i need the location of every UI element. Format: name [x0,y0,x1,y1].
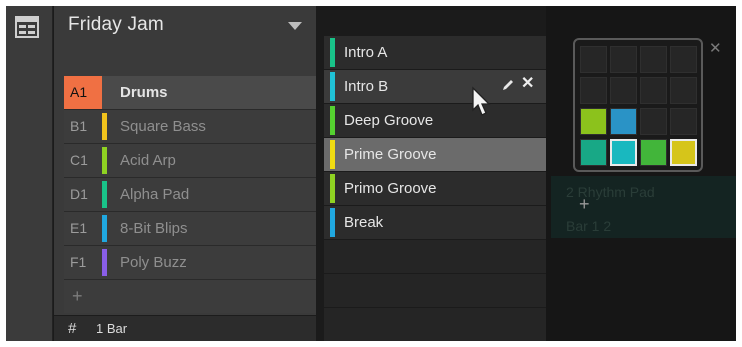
group-name: 8-Bit Blips [120,220,188,237]
pad-cell[interactable] [580,139,607,166]
pad-cell[interactable] [580,77,607,104]
scene-name: Intro B [344,78,389,95]
group-color-bar [102,215,107,242]
scene-color-bar [330,140,335,169]
pad-cell[interactable] [610,139,637,166]
scene-name: Break [344,214,384,231]
empty-scene-slot[interactable] [324,274,546,307]
layout-icon[interactable] [15,16,39,38]
pad-cell[interactable] [640,108,667,135]
scene-name: Primo Groove [344,180,437,197]
pad-cell[interactable] [610,77,637,104]
group-list: A1 Drums B1 Square Bass C1 Acid Arp D1 Alpha Pa… [64,76,316,313]
group-name: Square Bass [120,118,206,135]
group-name: Acid Arp [120,152,176,169]
add-group-button[interactable]: + [64,280,316,313]
group-item[interactable]: D1 Alpha Pad [64,178,316,212]
scene-list: Intro A Intro B ✕ Deep Groove Prime Groove Pr… [324,36,546,341]
pad-cell[interactable] [640,46,667,73]
group-color-bar [102,181,107,208]
arranger-app: Friday Jam A1 Drums B1 Square Bass C1 Acid Ar… [6,6,736,341]
group-name: Drums [120,84,168,101]
scene-name: Intro A [344,44,388,61]
empty-scene-slot[interactable] [324,240,546,273]
close-icon[interactable]: ✕ [521,76,534,92]
group-name: Alpha Pad [120,186,190,203]
window-frame: Friday Jam A1 Drums B1 Square Bass C1 Acid Ar… [0,0,742,347]
scene-color-bar [330,106,335,135]
mouse-pointer-icon [472,86,491,116]
group-color-bar [102,113,107,140]
group-slot-label: E1 [70,220,88,236]
scene-color-bar [330,174,335,203]
group-color-bar [102,249,107,276]
scene-item[interactable]: Intro B ✕ [324,70,546,103]
pad-cell[interactable] [640,77,667,104]
group-color-bar [102,147,107,174]
group-item[interactable]: E1 8-Bit Blips [64,212,316,246]
group-slot-label: A1 [64,76,102,109]
pad-cell[interactable] [580,108,607,135]
scene-item[interactable]: Deep Groove [324,104,546,137]
empty-scene-slot[interactable] [324,308,546,341]
group-item[interactable]: C1 Acid Arp [64,144,316,178]
group-slot-label: B1 [70,118,88,134]
triangle-down-icon[interactable] [288,22,302,30]
pad-cell[interactable] [610,108,637,135]
scene-color-bar [330,72,335,101]
close-icon[interactable]: ✕ [709,39,722,57]
group-item[interactable]: F1 Poly Buzz [64,246,316,280]
pad-cell[interactable] [640,139,667,166]
grid-hash-icon: # [68,320,77,337]
group-panel: Friday Jam A1 Drums B1 Square Bass C1 Acid Ar… [54,6,316,341]
pad-cell[interactable] [670,108,697,135]
pad-cell[interactable] [670,139,697,166]
scene-item[interactable]: Prime Groove [324,138,546,171]
pattern-length-footer[interactable]: # 1 Bar [54,315,316,341]
ghost-text: Bar 1 2 [566,218,612,234]
scene-name: Deep Groove [344,112,434,129]
scene-color-bar [330,208,335,237]
pad-cell[interactable] [670,46,697,73]
pad-cell[interactable] [580,46,607,73]
group-name: Poly Buzz [120,254,187,271]
group-item[interactable]: A1 Drums [64,76,316,110]
group-slot-label: F1 [70,254,87,270]
left-toolbar-strip [6,6,53,341]
scene-item[interactable]: Intro A [324,36,546,69]
scene-item[interactable]: Break [324,206,546,239]
scene-item[interactable]: Primo Groove [324,172,546,205]
pattern-length-value: 1 Bar [96,321,128,336]
scene-name: Prime Groove [344,146,437,163]
pad-cell[interactable] [610,46,637,73]
pad-grid-popup [573,38,703,172]
pad-cell[interactable] [670,77,697,104]
group-slot-label: D1 [70,186,88,202]
group-slot-label: C1 [70,152,88,168]
scene-color-bar [330,38,335,67]
pencil-icon[interactable] [501,78,515,92]
group-item[interactable]: B1 Square Bass [64,110,316,144]
group-title[interactable]: Friday Jam [68,14,164,36]
add-scene-button[interactable]: + [579,194,590,215]
